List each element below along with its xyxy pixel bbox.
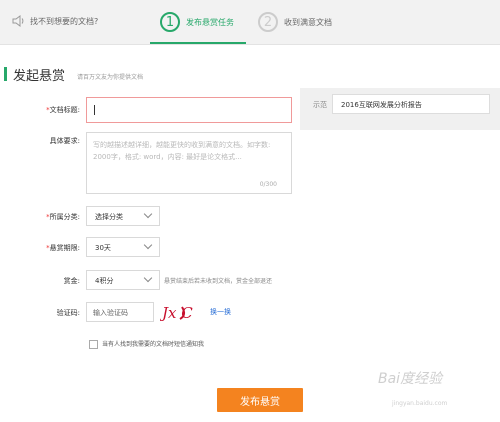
deadline-value: 30天 xyxy=(95,244,111,252)
category-select[interactable]: 选择分类 xyxy=(86,206,160,226)
notify-label: 当有人找到我需要的文档时短信通知我 xyxy=(102,341,205,348)
reward-value: 4积分 xyxy=(95,277,114,285)
deadline-label: *悬赏期限: xyxy=(46,244,80,252)
watermark-logo: Bai度经验 xyxy=(378,371,443,387)
step-label-2: 收到满意文档 xyxy=(284,17,332,27)
text-caret xyxy=(94,105,95,115)
step-receive: 2 收到满意文档 xyxy=(258,10,332,34)
top-steps-bar: 找不到想要的文档? 1 发布悬赏任务 2 收到满意文档 xyxy=(0,0,500,45)
reward-label: 赏金: xyxy=(63,277,80,285)
step-number-2: 2 xyxy=(258,12,278,32)
doc-title-input[interactable] xyxy=(86,97,292,123)
step-label-1: 发布悬赏任务 xyxy=(186,17,234,27)
chevron-down-icon xyxy=(143,273,153,283)
category-value: 选择分类 xyxy=(95,213,123,221)
requirements-placeholder: 写的越描述越详细，越能更快的收到满意的文档。如字数: 2000字，格式: wor… xyxy=(93,141,271,161)
category-label: *所属分类: xyxy=(46,213,80,221)
speaker-icon xyxy=(12,15,24,27)
requirements-label: 具体要求: xyxy=(49,137,80,145)
reward-select[interactable]: 4积分 xyxy=(86,270,160,290)
submit-button[interactable]: 发布悬赏 xyxy=(217,388,303,412)
captcha-label: 验证码: xyxy=(56,309,80,317)
svg-text:Jx C: Jx C xyxy=(160,304,193,322)
step-publish: 1 发布悬赏任务 xyxy=(160,10,234,34)
doc-title-label: *文档标题: xyxy=(46,106,80,114)
deadline-select[interactable]: 30天 xyxy=(86,237,160,257)
reward-note: 悬赏结束后若未收到文档，赏金全部退还 xyxy=(164,278,273,285)
requirements-textarea[interactable]: 写的越描述越详细，越能更快的收到满意的文档。如字数: 2000字，格式: wor… xyxy=(86,132,292,194)
char-count: 0/300 xyxy=(259,181,277,188)
captcha-placeholder: 输入验证码 xyxy=(93,309,128,317)
active-step-underline xyxy=(150,42,246,44)
page-title: 发起悬赏 xyxy=(13,69,66,84)
chevron-down-icon xyxy=(143,240,153,250)
chevron-down-icon xyxy=(143,209,153,219)
captcha-input[interactable]: 输入验证码 xyxy=(86,302,154,322)
refresh-captcha-link[interactable]: 换一换 xyxy=(210,307,231,317)
notify-checkbox[interactable] xyxy=(89,340,98,349)
watermark-url: jingyan.baidu.com xyxy=(392,400,448,407)
example-value: 2016互联网发展分析报告 xyxy=(332,94,490,114)
page-subtitle: 请百万文友为你提供文档 xyxy=(77,74,144,81)
heading-accent-bar xyxy=(4,67,7,81)
hint-text: 找不到想要的文档? xyxy=(30,17,99,26)
example-label: 示范 xyxy=(313,101,327,109)
step-number-1: 1 xyxy=(160,12,180,32)
captcha-image[interactable]: Jx C xyxy=(160,301,202,323)
